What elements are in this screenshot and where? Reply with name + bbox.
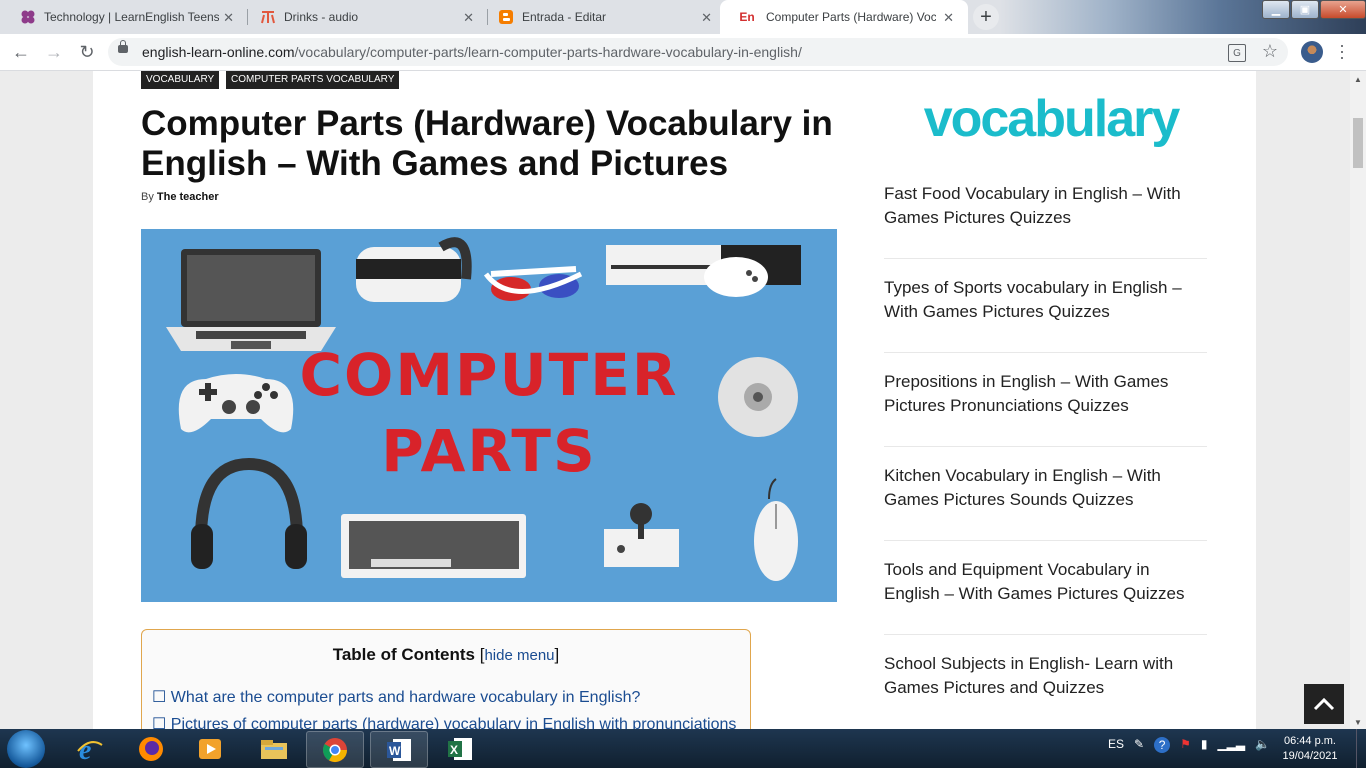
- toc-item[interactable]: ☐ Pictures of computer parts (hardware) …: [152, 714, 736, 729]
- sidebar-link[interactable]: Tools and Equipment Vocabulary in Englis…: [884, 558, 1209, 606]
- web-page: VOCABULARY COMPUTER PARTS VOCABULARY Com…: [0, 71, 1350, 729]
- sidebar-link[interactable]: Fast Food Vocabulary in English – With G…: [884, 182, 1209, 230]
- start-button[interactable]: [7, 730, 45, 768]
- reload-icon[interactable]: ↻: [77, 42, 97, 62]
- quill-icon: [260, 9, 276, 25]
- taskbar-clock[interactable]: 06:44 p.m. 19/04/2021: [1272, 734, 1348, 764]
- system-tray: ES ✎ ? ⚑ ▮ ▁▂▃ 🔈: [1108, 737, 1270, 753]
- article-title: Computer Parts (Hardware) Vocabulary in …: [141, 104, 833, 183]
- tab-title: Drinks - audio: [284, 10, 359, 24]
- toc-item[interactable]: ☐ What are the computer parts and hardwa…: [152, 687, 640, 707]
- chevron-up-icon: [1313, 697, 1335, 711]
- new-tab-button[interactable]: +: [973, 4, 999, 30]
- back-icon[interactable]: ←: [11, 42, 31, 62]
- media-player-icon[interactable]: [182, 731, 238, 766]
- tab-learnenglish-teens[interactable]: Technology | LearnEnglish Teens ✕: [0, 0, 248, 34]
- tab-computer-parts[interactable]: En Computer Parts (Hardware) Vocabulary …: [720, 0, 968, 34]
- tab-strip: Technology | LearnEnglish Teens ✕ Drinks…: [0, 0, 1366, 34]
- maximize-button[interactable]: ▣: [1291, 0, 1319, 19]
- joystick-illustration: [604, 503, 679, 567]
- url-text[interactable]: english-learn-online.com/vocabulary/comp…: [142, 44, 802, 60]
- close-window-button[interactable]: ✕: [1320, 0, 1366, 19]
- language-indicator[interactable]: ES: [1108, 737, 1124, 753]
- firefox-icon[interactable]: [123, 731, 179, 766]
- divider: [884, 446, 1207, 447]
- game-console-illustration: [606, 245, 801, 297]
- hero-image: COMPUTER PARTS: [141, 229, 837, 602]
- blogger-icon: [498, 9, 514, 25]
- table-of-contents: Table of Contents [hide menu] ☐ What are…: [141, 629, 751, 729]
- scrollbar-thumb[interactable]: [1353, 118, 1363, 168]
- vertical-scrollbar[interactable]: ▲ ▼: [1350, 71, 1366, 729]
- address-bar[interactable]: english-learn-online.com/vocabulary/comp…: [108, 38, 1288, 66]
- sidebar-link[interactable]: Kitchen Vocabulary in English – With Gam…: [884, 464, 1209, 512]
- en-icon: En: [739, 10, 755, 24]
- toc-hide-link[interactable]: hide menu: [484, 647, 554, 664]
- close-tab-icon[interactable]: ✕: [943, 10, 954, 26]
- vocabulary-logo[interactable]: vocabulary: [921, 89, 1181, 149]
- show-desktop-button[interactable]: [1356, 729, 1366, 768]
- scroll-down-arrow-icon[interactable]: ▼: [1354, 718, 1362, 727]
- lock-icon[interactable]: [118, 40, 128, 53]
- divider: [884, 540, 1207, 541]
- window-controls: ▁ ▣ ✕: [1262, 0, 1366, 19]
- hero-text-line-2: PARTS: [381, 417, 597, 485]
- tab-entrada-editar[interactable]: Entrada - Editar ✕: [478, 0, 726, 34]
- profile-avatar[interactable]: [1301, 41, 1323, 63]
- clock-date: 19/04/2021: [1282, 750, 1338, 762]
- category-tag-computer-parts[interactable]: COMPUTER PARTS VOCABULARY: [226, 71, 400, 89]
- browser-toolbar: ← → ↻ english-learn-online.com/vocabular…: [0, 34, 1366, 71]
- divider: [884, 634, 1207, 635]
- network-icon[interactable]: ▮: [1201, 737, 1208, 753]
- close-tab-icon[interactable]: ✕: [463, 10, 474, 26]
- divider: [884, 258, 1207, 259]
- forward-icon[interactable]: →: [44, 42, 64, 62]
- hero-text-line-1: COMPUTER: [299, 341, 679, 409]
- content-area: VOCABULARY COMPUTER PARTS VOCABULARY Com…: [93, 71, 1256, 729]
- tab-drinks-audio[interactable]: Drinks - audio ✕: [240, 0, 488, 34]
- tab-title: Computer Parts (Hardware) Vocabulary: [766, 10, 936, 24]
- excel-icon[interactable]: X: [432, 731, 488, 766]
- signal-icon[interactable]: ▁▂▃: [1217, 737, 1245, 753]
- scroll-to-top-button[interactable]: [1304, 684, 1344, 724]
- keyboard-illustration: [341, 514, 526, 578]
- vr-headset-illustration: [356, 237, 472, 302]
- category-tag-vocabulary[interactable]: VOCABULARY: [141, 71, 220, 89]
- menu-kebab-icon[interactable]: · · ·: [1338, 36, 1346, 66]
- sidebar-link[interactable]: School Subjects in English- Learn with G…: [884, 652, 1209, 700]
- close-tab-icon[interactable]: ✕: [701, 10, 712, 26]
- clock-time: 06:44 p.m.: [1284, 735, 1336, 747]
- svg-text:X: X: [450, 743, 458, 757]
- byline: By The teacher: [141, 191, 219, 203]
- windows-taskbar: e W X ES ✎ ? ⚑ ▮ ▁▂▃ 🔈 06:44 p.m. 19/04/…: [0, 729, 1366, 768]
- tab-title: Technology | LearnEnglish Teens: [44, 10, 219, 24]
- minimize-button[interactable]: ▁: [1262, 0, 1290, 19]
- author-link[interactable]: The teacher: [157, 191, 219, 203]
- bookmark-star-icon[interactable]: ☆: [1262, 41, 1278, 62]
- mouse-illustration: [754, 478, 798, 581]
- four-petal-icon: [20, 9, 36, 25]
- sidebar-link[interactable]: Prepositions in English – With Games Pic…: [884, 370, 1209, 418]
- close-tab-icon[interactable]: ✕: [223, 10, 234, 26]
- divider: [884, 352, 1207, 353]
- action-center-icon[interactable]: ⚑: [1180, 737, 1191, 753]
- tab-title: Entrada - Editar: [522, 10, 607, 24]
- svg-text:W: W: [389, 744, 401, 758]
- volume-icon[interactable]: 🔈: [1255, 737, 1270, 753]
- internet-explorer-icon[interactable]: e: [62, 731, 118, 766]
- translate-icon[interactable]: G: [1228, 44, 1246, 62]
- file-explorer-icon[interactable]: [246, 731, 302, 766]
- sidebar-link[interactable]: Types of Sports vocabulary in English – …: [884, 276, 1209, 324]
- help-icon[interactable]: ?: [1154, 737, 1171, 753]
- pen-icon[interactable]: ✎: [1134, 737, 1144, 753]
- 3d-glasses-illustration: [483, 266, 583, 301]
- word-icon[interactable]: W: [370, 731, 428, 768]
- chrome-icon[interactable]: [306, 731, 364, 768]
- toc-heading: Table of Contents [hide menu]: [332, 645, 560, 664]
- laptop-illustration: [166, 249, 336, 351]
- scroll-up-arrow-icon[interactable]: ▲: [1354, 75, 1362, 84]
